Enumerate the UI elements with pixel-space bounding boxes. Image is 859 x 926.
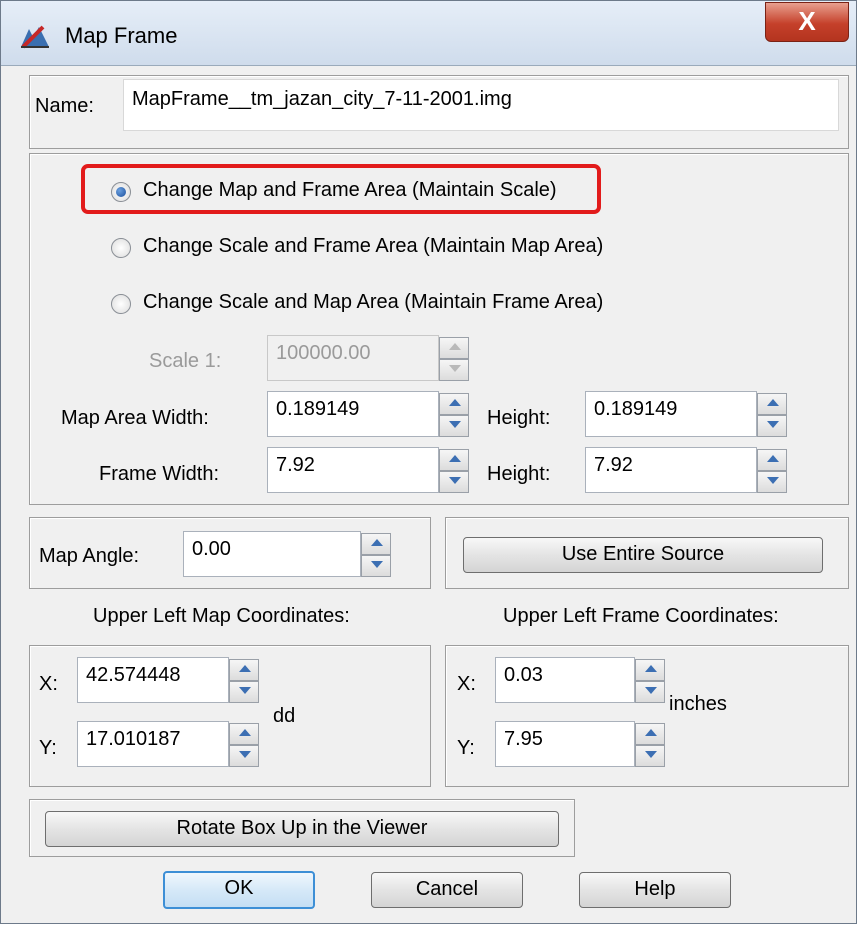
spin-up-icon[interactable] xyxy=(439,393,469,415)
frame-height-field[interactable]: 7.92 xyxy=(585,447,757,493)
frame-width-label: Frame Width: xyxy=(99,463,220,485)
window-title: Map Frame xyxy=(65,23,178,48)
radio-label: Change Scale and Map Area (Maintain Fram… xyxy=(143,291,604,313)
frame-x-label: X: xyxy=(457,673,476,695)
map-angle-spinner[interactable] xyxy=(361,533,391,577)
map-frame-dialog: Map Frame X Name: MapFrame__tm_jazan_cit… xyxy=(0,0,857,924)
map-coords-unit: dd xyxy=(273,705,296,727)
map-y-field[interactable]: 17.010187 xyxy=(77,721,229,767)
frame-height-spinner[interactable] xyxy=(757,449,787,493)
radio-button[interactable] xyxy=(111,294,131,314)
spin-down-icon[interactable] xyxy=(439,471,469,493)
radio-label: Change Scale and Frame Area (Maintain Ma… xyxy=(143,235,604,257)
close-button[interactable]: X xyxy=(765,2,849,42)
spin-up-icon xyxy=(439,337,469,359)
radio-label: Change Map and Frame Area (Maintain Scal… xyxy=(143,179,557,201)
spin-down-icon[interactable] xyxy=(229,681,259,703)
map-area-width-spinner[interactable] xyxy=(439,393,469,437)
spin-up-icon[interactable] xyxy=(229,723,259,745)
frame-y-field[interactable]: 7.95 xyxy=(495,721,635,767)
scale-spinner xyxy=(439,337,469,381)
frame-height-label: Height: xyxy=(487,463,551,485)
frame-coords-title: Upper Left Frame Coordinates: xyxy=(503,605,779,627)
frame-y-label: Y: xyxy=(457,737,475,759)
frame-y-spinner[interactable] xyxy=(635,723,665,767)
map-area-width-label: Map Area Width: xyxy=(61,407,209,429)
spin-down-icon[interactable] xyxy=(229,745,259,767)
rotate-box-button[interactable]: Rotate Box Up in the Viewer xyxy=(45,811,559,847)
map-y-spinner[interactable] xyxy=(229,723,259,767)
ok-button[interactable]: OK xyxy=(163,871,315,909)
map-coords-title: Upper Left Map Coordinates: xyxy=(93,605,350,627)
map-x-field[interactable]: 42.574448 xyxy=(77,657,229,703)
scale-label: Scale 1: xyxy=(149,350,222,372)
frame-width-field[interactable]: 7.92 xyxy=(267,447,439,493)
name-label: Name: xyxy=(35,95,94,117)
map-area-height-field[interactable]: 0.189149 xyxy=(585,391,757,437)
map-x-spinner[interactable] xyxy=(229,659,259,703)
spin-up-icon[interactable] xyxy=(439,449,469,471)
frame-x-field[interactable]: 0.03 xyxy=(495,657,635,703)
frame-coords-unit: inches xyxy=(669,693,727,715)
spin-down-icon[interactable] xyxy=(635,681,665,703)
help-button[interactable]: Help xyxy=(579,872,731,908)
spin-up-icon[interactable] xyxy=(635,723,665,745)
radio-button[interactable] xyxy=(111,238,131,258)
map-frame-app-icon xyxy=(21,25,49,49)
scale-field: 100000.00 xyxy=(267,335,439,381)
frame-x-spinner[interactable] xyxy=(635,659,665,703)
frame-width-spinner[interactable] xyxy=(439,449,469,493)
map-angle-field[interactable]: 0.00 xyxy=(183,531,361,577)
spin-down-icon[interactable] xyxy=(439,415,469,437)
name-field[interactable]: MapFrame__tm_jazan_city_7-11-2001.img xyxy=(123,79,839,131)
spin-up-icon[interactable] xyxy=(757,449,787,471)
use-entire-source-button[interactable]: Use Entire Source xyxy=(463,537,823,573)
cancel-button[interactable]: Cancel xyxy=(371,872,523,908)
radio-button-checked[interactable] xyxy=(111,182,131,202)
spin-down-icon[interactable] xyxy=(635,745,665,767)
map-area-width-field[interactable]: 0.189149 xyxy=(267,391,439,437)
map-x-label: X: xyxy=(39,673,58,695)
title-bar[interactable]: Map Frame X xyxy=(1,1,856,66)
spin-down-icon[interactable] xyxy=(361,555,391,577)
spin-up-icon[interactable] xyxy=(361,533,391,555)
spin-down-icon[interactable] xyxy=(757,471,787,493)
spin-down-icon xyxy=(439,359,469,381)
spin-up-icon[interactable] xyxy=(635,659,665,681)
map-area-height-spinner[interactable] xyxy=(757,393,787,437)
spin-up-icon[interactable] xyxy=(229,659,259,681)
map-y-label: Y: xyxy=(39,737,57,759)
map-angle-label: Map Angle: xyxy=(39,545,140,567)
map-area-height-label: Height: xyxy=(487,407,551,429)
spin-up-icon[interactable] xyxy=(757,393,787,415)
spin-down-icon[interactable] xyxy=(757,415,787,437)
